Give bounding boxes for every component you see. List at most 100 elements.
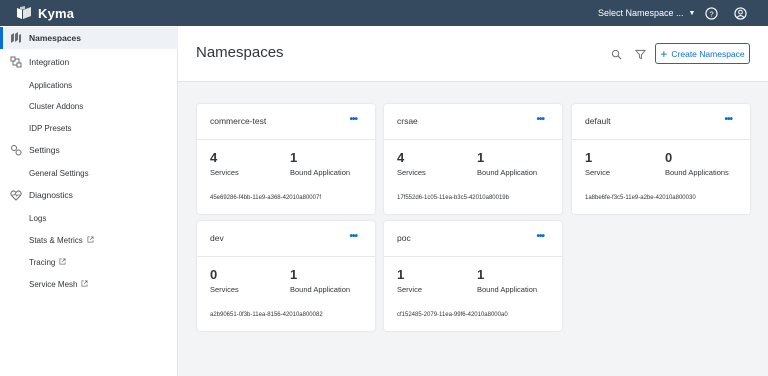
sidebar-item-tracing[interactable]: Tracing — [0, 251, 178, 273]
app-title: Kyma — [38, 5, 75, 21]
user-icon[interactable] — [733, 6, 747, 20]
sidebar-item-label: Cluster Addons — [29, 101, 84, 111]
sidebar-item-idp-presets[interactable]: IDP Presets — [0, 117, 178, 139]
bound-apps-count: 1 — [477, 267, 485, 282]
namespace-uid: a2b90651-0f3b-11ea-8156-42010a800082 — [210, 312, 323, 318]
sidebar-item-label: Service Mesh — [29, 279, 78, 289]
namespace-select[interactable]: Select Namespace ... ▼ — [598, 0, 695, 26]
settings-icon — [9, 143, 23, 157]
bound-apps-count: 1 — [477, 150, 485, 165]
page-title: Namespaces — [196, 44, 284, 61]
bound-apps-stat: 0 Bound Applications — [665, 150, 729, 177]
sidebar-item-applications[interactable]: Applications — [0, 74, 178, 96]
create-namespace-button[interactable]: + Create Namespace — [655, 43, 750, 64]
services-stat: 1 Service — [585, 150, 610, 177]
sidebar-group-diagnostics[interactable]: Diagnostics — [0, 184, 178, 206]
card-divider — [197, 139, 375, 140]
services-count: 4 — [397, 150, 405, 165]
sidebar-item-label: Diagnostics — [29, 190, 73, 200]
kyma-logo-icon — [17, 6, 31, 19]
external-link-icon — [87, 236, 94, 245]
services-stat: 1 Service — [397, 267, 422, 294]
external-link-icon — [59, 258, 66, 267]
more-options-icon[interactable]: ••• — [349, 232, 357, 242]
namespace-uid: 17f552d6-1c05-11ea-b3c5-42010a80019b — [397, 195, 509, 201]
sidebar-item-label: General Settings — [29, 168, 89, 178]
services-label: Service — [397, 285, 423, 294]
sidebar-item-namespaces[interactable]: Namespaces — [0, 27, 178, 49]
bound-apps-count: 1 — [290, 150, 298, 165]
page-header: Namespaces + Create Namespace — [178, 26, 768, 82]
sidebar-item-cluster-addons[interactable]: Cluster Addons — [0, 95, 178, 117]
bound-apps-stat: 1 Bound Application — [477, 150, 537, 177]
bound-apps-label: Bound Application — [290, 168, 351, 177]
caret-down-icon: ▼ — [688, 9, 696, 17]
services-stat: 4 Services — [397, 150, 426, 177]
namespace-card[interactable]: crsae ••• 4 Services 1 Bound Application… — [384, 104, 562, 214]
card-divider — [197, 256, 375, 257]
services-label: Services — [397, 168, 426, 177]
bound-apps-label: Bound Application — [290, 285, 351, 294]
services-count: 0 — [210, 267, 218, 282]
create-namespace-label: Create Namespace — [671, 48, 745, 59]
app-logo[interactable]: Kyma — [16, 6, 74, 21]
services-label: Service — [585, 168, 611, 177]
sidebar-item-logs[interactable]: Logs — [0, 207, 178, 229]
namespace-uid: 45e69286-f4bb-11e9-a368-42010a80007f — [210, 195, 321, 201]
namespace-card[interactable]: default ••• 1 Service 0 Bound Applicatio… — [572, 104, 750, 214]
namespace-uid: cf152485-2079-11ea-99f6-42010a8000a0 — [397, 312, 508, 318]
sidebar: Namespaces Integration Applications Clus… — [0, 26, 178, 376]
sidebar-item-label: Settings — [29, 145, 60, 155]
namespaces-icon — [9, 31, 23, 45]
services-stat: 0 Services — [210, 267, 239, 294]
namespace-card[interactable]: poc ••• 1 Service 1 Bound Application cf… — [384, 221, 562, 331]
sidebar-group-settings[interactable]: Settings — [0, 139, 178, 161]
more-options-icon[interactable]: ••• — [536, 232, 544, 242]
bound-apps-count: 1 — [290, 267, 298, 282]
shell-bar: Kyma Select Namespace ... ▼ ? — [0, 0, 768, 26]
bound-apps-stat: 1 Bound Application — [290, 150, 350, 177]
namespace-name: poc — [397, 233, 411, 243]
sidebar-item-label: Applications — [29, 80, 73, 90]
sidebar-item-label: Tracing — [29, 257, 56, 267]
card-divider — [384, 256, 562, 257]
sidebar-item-label: IDP Presets — [29, 123, 72, 133]
sidebar-item-label: Stats & Metrics — [29, 235, 83, 245]
services-label: Services — [210, 285, 239, 294]
more-options-icon[interactable]: ••• — [536, 115, 544, 125]
more-options-icon[interactable]: ••• — [724, 115, 732, 125]
search-icon[interactable] — [610, 48, 622, 60]
plus-icon: + — [660, 46, 668, 61]
diagnostics-icon — [9, 188, 23, 202]
filter-icon[interactable] — [634, 48, 646, 60]
svg-text:?: ? — [709, 9, 713, 18]
namespace-name: dev — [210, 233, 224, 243]
bound-apps-label: Bound Applications — [665, 168, 729, 177]
external-link-icon — [81, 280, 88, 289]
sidebar-group-integration[interactable]: Integration — [0, 51, 178, 73]
more-options-icon[interactable]: ••• — [349, 115, 357, 125]
sidebar-item-service-mesh[interactable]: Service Mesh — [0, 273, 178, 295]
namespace-name: crsae — [397, 116, 418, 126]
bound-apps-count: 0 — [665, 150, 673, 165]
services-count: 4 — [210, 150, 218, 165]
sidebar-item-general-settings[interactable]: General Settings — [0, 162, 178, 184]
namespace-select-label: Select Namespace ... — [598, 8, 684, 18]
sidebar-item-label: Integration — [29, 57, 70, 67]
help-icon[interactable]: ? — [704, 6, 718, 20]
namespace-uid: 1a8be6fe-f3c5-11e9-a2be-42010a800030 — [585, 195, 696, 201]
services-stat: 4 Services — [210, 150, 239, 177]
sidebar-item-label: Logs — [29, 213, 47, 223]
namespace-card[interactable]: dev ••• 0 Services 1 Bound Application a… — [197, 221, 375, 331]
namespace-card[interactable]: commerce-test ••• 4 Services 1 Bound App… — [197, 104, 375, 214]
bound-apps-label: Bound Application — [477, 168, 538, 177]
services-count: 1 — [585, 150, 593, 165]
bound-apps-stat: 1 Bound Application — [290, 267, 350, 294]
card-divider — [572, 139, 750, 140]
services-count: 1 — [397, 267, 405, 282]
services-label: Services — [210, 168, 239, 177]
namespace-name: commerce-test — [210, 116, 267, 126]
namespace-name: default — [585, 116, 611, 126]
sidebar-item-stats-metrics[interactable]: Stats & Metrics — [0, 229, 178, 251]
card-divider — [384, 139, 562, 140]
